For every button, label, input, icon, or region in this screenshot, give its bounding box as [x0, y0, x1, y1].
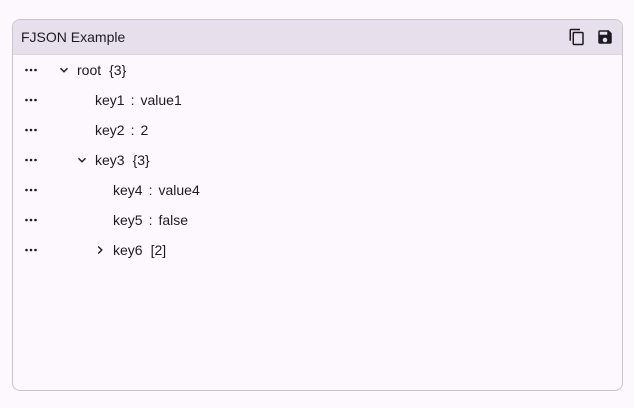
- expand-toggle[interactable]: [93, 243, 107, 257]
- json-tree: root {3} key1 : value1 key2 : 2 key3 {3}…: [13, 55, 622, 265]
- node-value[interactable]: 2: [140, 122, 148, 138]
- tree-row-key5: key5 : false: [13, 205, 622, 235]
- node-key: key2: [95, 122, 125, 138]
- node-count: [2]: [150, 242, 167, 258]
- chevron-right-icon: [97, 245, 103, 255]
- more-horiz-icon: [25, 188, 37, 192]
- json-viewer-panel: FJSON Example root {3} key1: value1 key…: [12, 19, 623, 391]
- node-count: {3}: [132, 152, 150, 168]
- node-key: key1: [95, 92, 125, 108]
- node-value[interactable]: false: [158, 212, 188, 228]
- more-horiz-icon: [25, 128, 37, 132]
- more-horiz-icon: [25, 68, 37, 72]
- more-horiz-icon: [25, 98, 37, 102]
- panel-title: FJSON Example: [21, 29, 126, 45]
- row-menu-button[interactable]: [23, 152, 39, 168]
- tree-row-key6: key6 [2]: [13, 235, 622, 265]
- chevron-down-icon: [77, 157, 87, 163]
- row-menu-button[interactable]: [23, 212, 39, 228]
- row-menu-button[interactable]: [23, 122, 39, 138]
- key-value-separator: :: [130, 122, 135, 138]
- tree-row-key4: key4 : value4: [13, 175, 622, 205]
- copy-button[interactable]: [566, 26, 588, 48]
- row-menu-button[interactable]: [23, 182, 39, 198]
- row-menu-button[interactable]: [23, 242, 39, 258]
- node-key: key3: [95, 152, 125, 168]
- node-key: root: [77, 62, 102, 78]
- tree-row-key2: key2 : 2: [13, 115, 622, 145]
- more-horiz-icon: [25, 248, 37, 252]
- expand-toggle[interactable]: [57, 63, 71, 77]
- row-menu-button[interactable]: [23, 62, 39, 78]
- key-value-separator: :: [130, 92, 135, 108]
- node-key: key4: [113, 182, 143, 198]
- save-icon: [598, 30, 612, 44]
- node-count: {3}: [109, 62, 127, 78]
- key-value-separator: :: [148, 212, 153, 228]
- node-value[interactable]: value4: [158, 182, 199, 198]
- expand-toggle[interactable]: [75, 153, 89, 167]
- tree-row-root: root {3}: [13, 55, 622, 85]
- chevron-down-icon: [59, 67, 69, 73]
- header-actions: [566, 26, 616, 48]
- key-value-separator: :: [148, 182, 153, 198]
- row-menu-button[interactable]: [23, 92, 39, 108]
- more-horiz-icon: [25, 218, 37, 222]
- copy-icon: [569, 28, 584, 46]
- tree-row-key3: key3 {3}: [13, 145, 622, 175]
- panel-header: FJSON Example: [13, 20, 622, 55]
- save-button[interactable]: [594, 26, 616, 48]
- node-key: key6: [113, 242, 143, 258]
- tree-row-key1: key1 : value1: [13, 85, 622, 115]
- node-value[interactable]: value1: [140, 92, 181, 108]
- more-horiz-icon: [25, 158, 37, 162]
- node-key: key5: [113, 212, 143, 228]
